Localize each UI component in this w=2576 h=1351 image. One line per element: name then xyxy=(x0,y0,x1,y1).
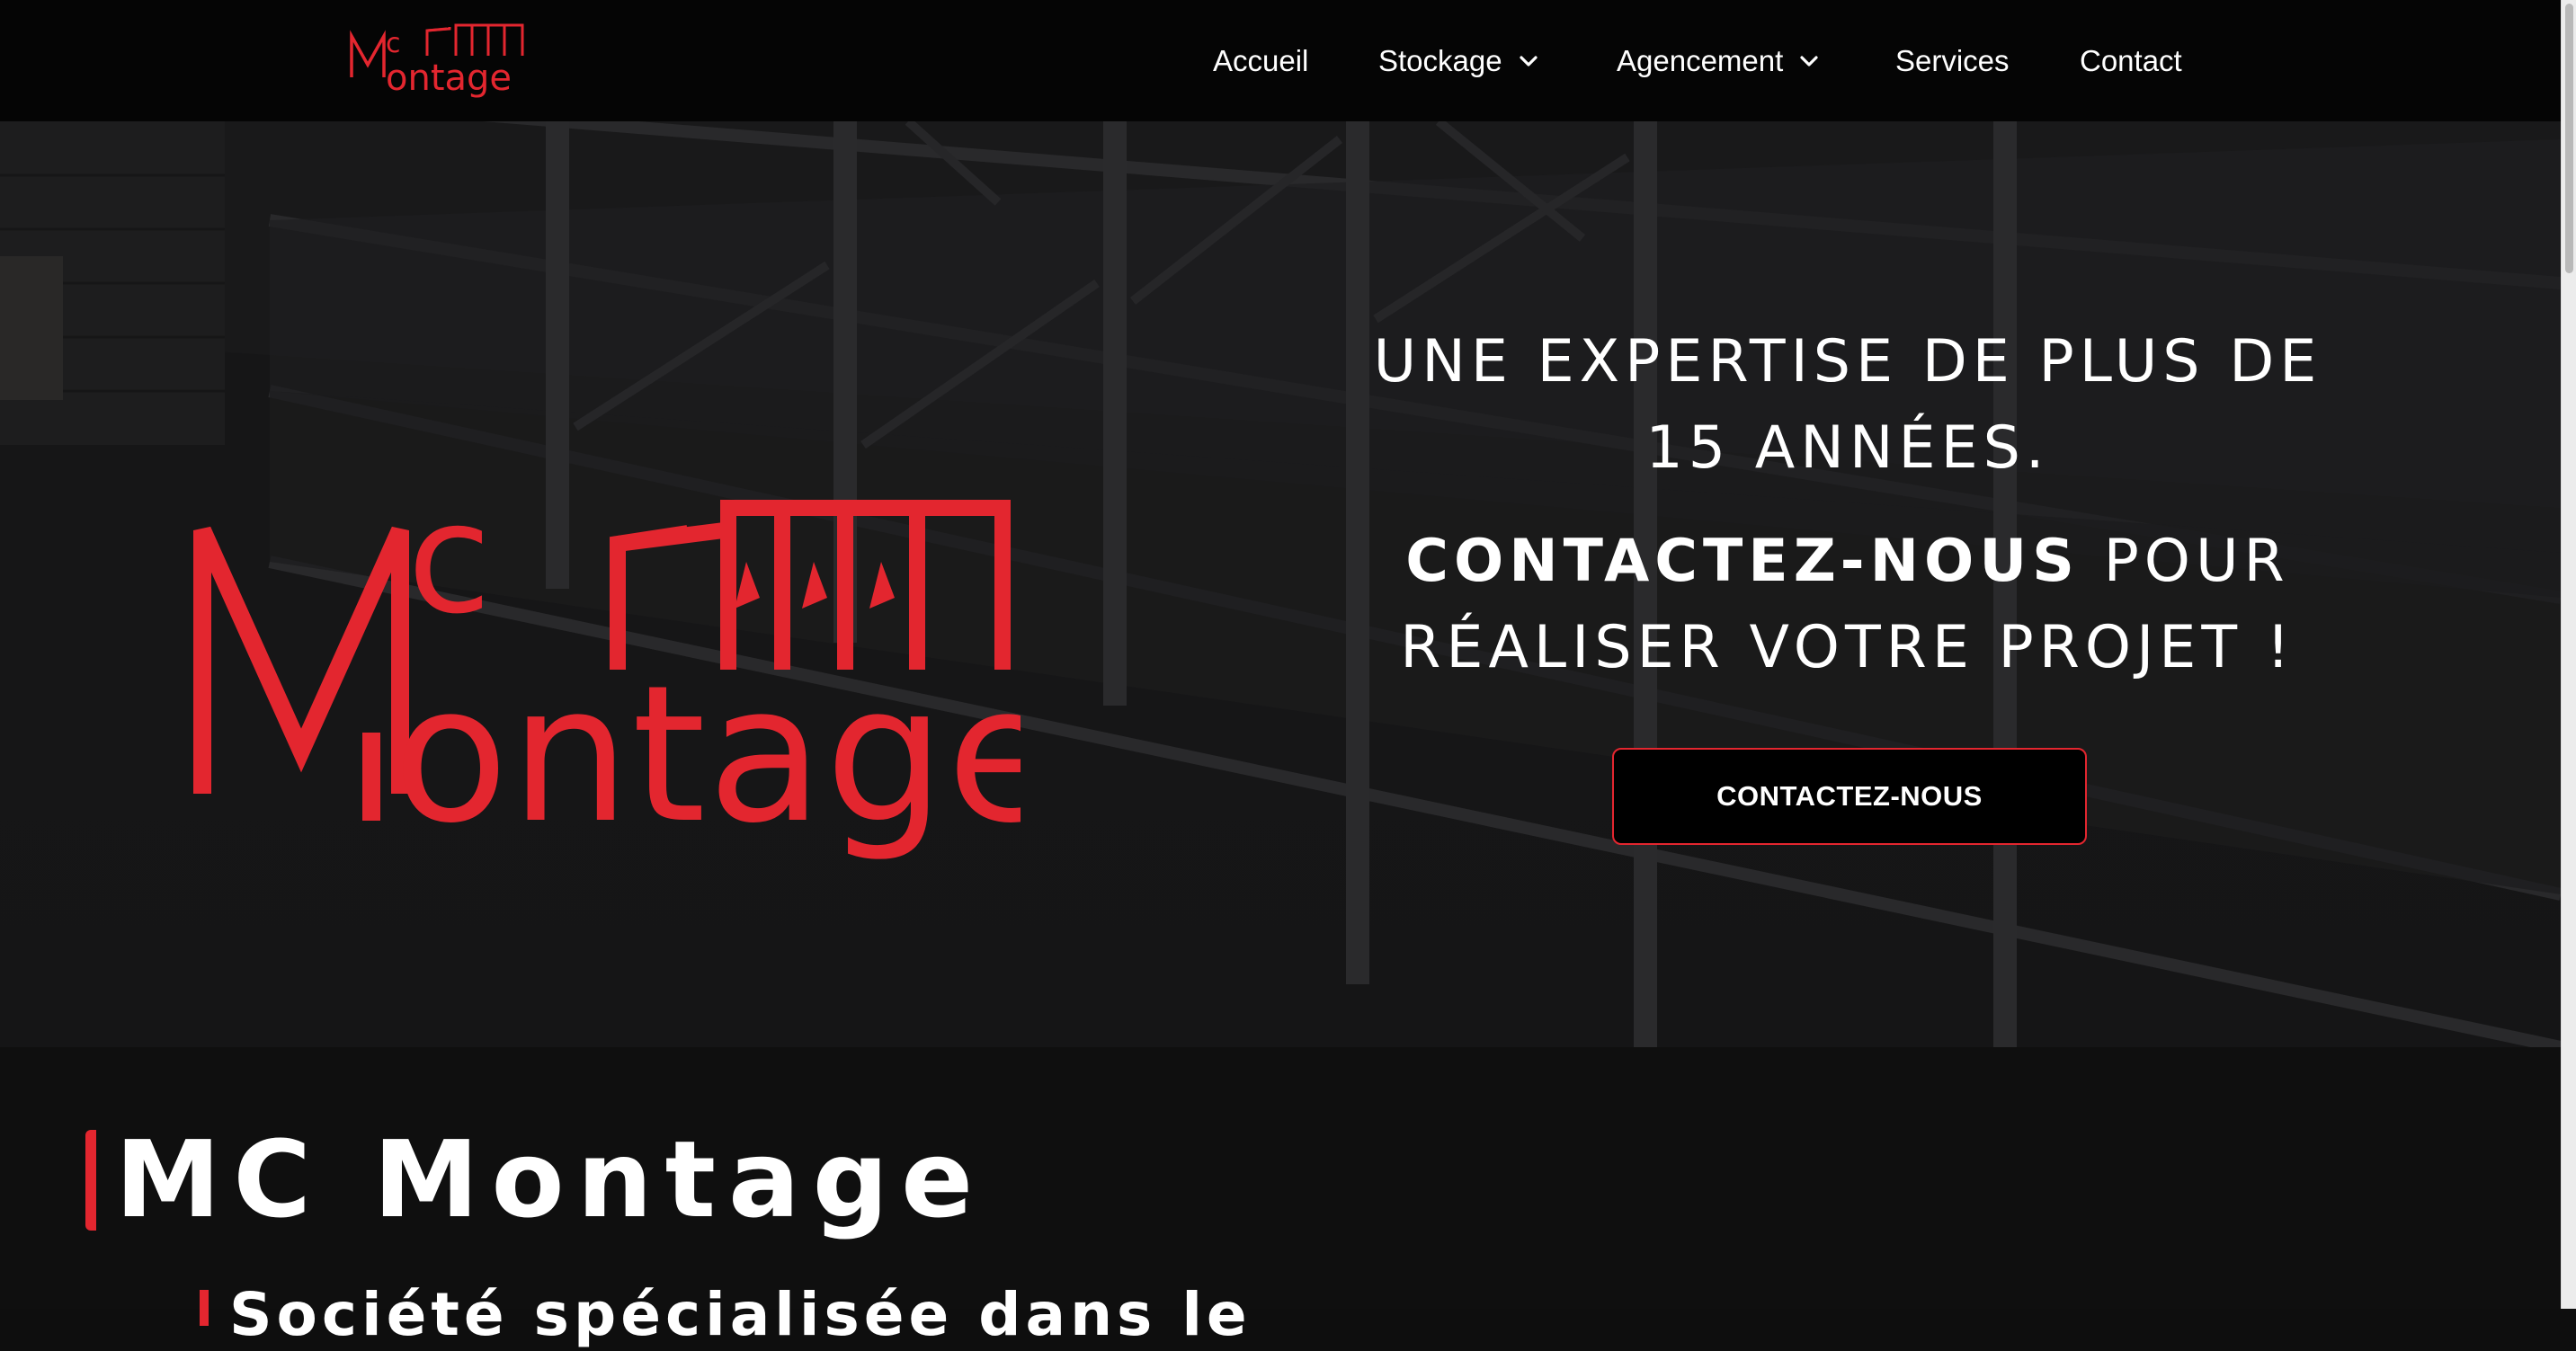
about-subtitle: Société spécialisée dans le xyxy=(229,1280,1252,1349)
contact-us-button[interactable]: CONTACTEZ-NOUS xyxy=(1612,748,2087,845)
hero-headline: Une expertise de plus de 15 années. xyxy=(1373,328,2322,482)
nav-item-accueil[interactable]: Accueil xyxy=(1213,40,1308,83)
logo-c: c xyxy=(407,470,491,648)
nav-item-agencement[interactable]: Agencement xyxy=(1617,40,1819,83)
chevron-down-icon xyxy=(1519,56,1538,67)
main-navigation: Accueil Stockage Agencement Services Con… xyxy=(0,0,2561,121)
title-accent-bar xyxy=(85,1130,96,1231)
about-title: MC Montage xyxy=(115,1117,986,1241)
hero-cta-bold: Contactez-nous xyxy=(1405,528,2080,595)
nav-label: Stockage xyxy=(1378,44,1502,77)
logo-ontage-text: ontage xyxy=(393,644,1021,865)
nav-label: Contact xyxy=(2080,44,2182,77)
nav-label: Agencement xyxy=(1617,44,1784,77)
nav-label: Accueil xyxy=(1213,44,1309,77)
subtitle-accent-bar xyxy=(200,1290,209,1326)
chevron-down-icon xyxy=(1800,56,1818,67)
about-section: MC Montage Société spécialisée dans le xyxy=(0,1047,2561,1349)
scrollbar-thumb[interactable] xyxy=(2565,4,2573,273)
nav-item-stockage[interactable]: Stockage xyxy=(1378,40,1538,83)
site-header: c ontage Accueil Stockage Agencement Ser… xyxy=(0,0,2561,121)
nav-item-contact[interactable]: Contact xyxy=(2080,40,2182,83)
hero-subheadline: Contactez-nous pour réaliser votre proje… xyxy=(1322,519,2374,691)
hero-text-block: Une expertise de plus de 15 années. Cont… xyxy=(1322,319,2374,691)
page-scrollbar[interactable] xyxy=(2561,0,2576,1309)
nav-item-services[interactable]: Services xyxy=(1895,40,2010,83)
hero-section: c ontage Une expertise de plus de 15 ann… xyxy=(0,121,2561,1047)
mc-montage-logo-large: c ontage xyxy=(193,470,1021,865)
nav-label: Services xyxy=(1895,44,2010,77)
